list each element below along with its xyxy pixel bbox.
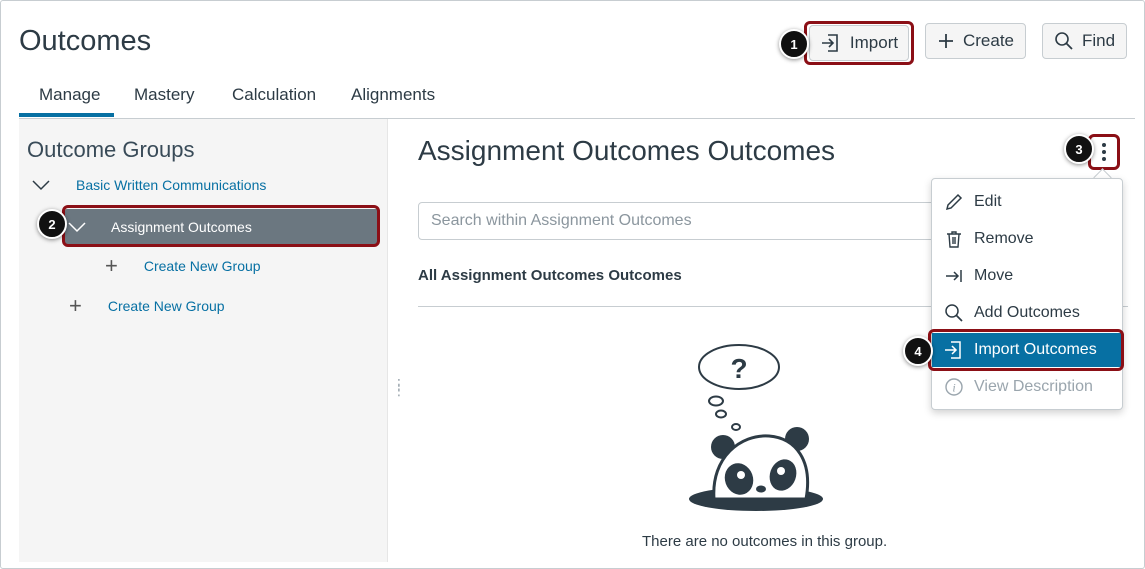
create-button[interactable]: Create — [925, 23, 1026, 59]
tab-mastery[interactable]: Mastery — [134, 85, 194, 105]
callout-2: 2 — [37, 209, 67, 239]
menu-item-move[interactable]: Move — [932, 259, 1122, 293]
menu-item-edit[interactable]: Edit — [932, 185, 1122, 219]
empty-state-message: There are no outcomes in this group. — [642, 533, 888, 550]
outcomes-page: Outcomes Import 1 Create Find Manage Mas… — [0, 0, 1145, 569]
sidebar-title: Outcome Groups — [27, 137, 195, 162]
menu-item-remove[interactable]: Remove — [932, 222, 1122, 256]
callout-1: 1 — [779, 29, 809, 59]
tab-alignments[interactable]: Alignments — [351, 85, 435, 105]
menu-item-label: Edit — [974, 193, 1002, 210]
menu-item-import-outcomes[interactable]: Import Outcomes — [932, 333, 1122, 367]
create-new-group-nested[interactable]: + Create New Group — [105, 255, 261, 277]
plus-icon — [937, 32, 955, 50]
kebab-dot — [1102, 143, 1106, 147]
trash-icon — [944, 229, 964, 249]
callout-4: 4 — [903, 336, 933, 366]
find-button-label: Find — [1081, 31, 1116, 50]
search-icon — [944, 303, 964, 323]
kebab-dot — [1102, 150, 1106, 154]
svg-text:i: i — [952, 381, 955, 395]
menu-item-label: Move — [974, 267, 1014, 284]
outcome-groups-sidebar: Outcome Groups Basic Written Communicati… — [19, 119, 388, 562]
kebab-dot — [1102, 157, 1106, 161]
resize-handle[interactable]: ⋮ ⋮ — [392, 377, 406, 397]
pencil-icon — [944, 192, 964, 212]
move-icon — [944, 266, 964, 286]
menu-item-view-description[interactable]: i View Description — [932, 370, 1122, 404]
group-title: Assignment Outcomes Outcomes — [418, 135, 836, 166]
outcomes-subheading: All Assignment Outcomes Outcomes — [418, 267, 682, 284]
chevron-down-icon — [67, 221, 87, 233]
tree-item-basic-written-communications[interactable]: Basic Written Communications — [31, 177, 266, 193]
tree-item-assignment-outcomes[interactable]: Assignment Outcomes — [65, 209, 378, 245]
import-button[interactable]: Import — [809, 25, 909, 61]
menu-item-label: Import Outcomes — [974, 341, 1097, 358]
import-button-label: Import — [849, 33, 899, 52]
import-icon — [944, 340, 964, 360]
info-icon: i — [944, 377, 964, 397]
search-icon — [1054, 31, 1074, 51]
create-button-label: Create — [962, 31, 1015, 50]
active-tab-indicator — [19, 113, 114, 117]
tab-calculation[interactable]: Calculation — [232, 85, 316, 105]
create-new-group-label: Create New Group — [143, 258, 261, 274]
tree-item-label: Assignment Outcomes — [111, 219, 252, 235]
tab-bar: Manage Mastery Calculation Alignments — [19, 81, 1135, 119]
callout-3: 3 — [1064, 134, 1094, 164]
search-input[interactable] — [418, 202, 1018, 240]
menu-item-label: Add Outcomes — [974, 304, 1080, 321]
create-new-group-label: Create New Group — [107, 298, 225, 314]
create-new-group-root[interactable]: + Create New Group — [69, 295, 225, 317]
find-button[interactable]: Find — [1042, 23, 1127, 59]
group-actions-menu: Edit Remove Move Add Outcomes Import Out… — [931, 178, 1123, 410]
chevron-down-icon — [31, 179, 51, 191]
kebab-menu-button[interactable] — [1091, 137, 1117, 167]
menu-item-label: Remove — [974, 230, 1034, 247]
menu-item-add-outcomes[interactable]: Add Outcomes — [932, 296, 1122, 330]
tab-manage[interactable]: Manage — [39, 85, 100, 105]
import-icon — [820, 32, 842, 54]
tree-item-label: Basic Written Communications — [76, 177, 267, 193]
page-title: Outcomes — [19, 25, 152, 57]
menu-item-label: View Description — [974, 378, 1093, 395]
panda-empty-state-illustration: ? — [689, 344, 823, 511]
plus-icon: + — [105, 253, 118, 278]
svg-text:?: ? — [730, 353, 747, 384]
plus-icon: + — [69, 293, 82, 318]
